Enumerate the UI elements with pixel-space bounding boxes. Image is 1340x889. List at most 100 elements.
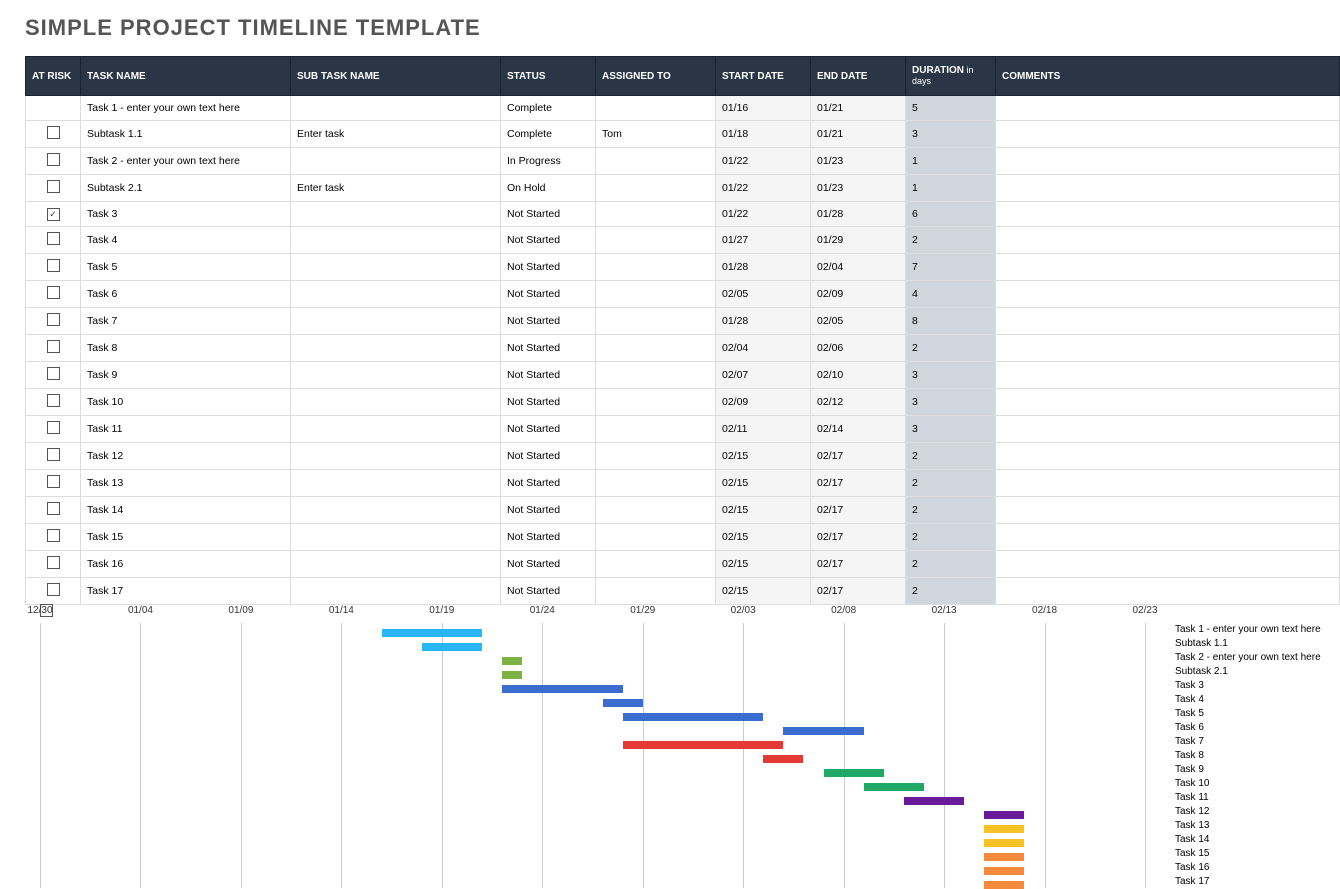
task-name-cell[interactable]: Task 5 — [81, 254, 291, 281]
assigned-cell[interactable] — [596, 335, 716, 362]
task-name-cell[interactable]: Task 17 — [81, 578, 291, 605]
at-risk-checkbox[interactable] — [47, 448, 60, 461]
task-name-cell[interactable]: Subtask 1.1 — [81, 121, 291, 148]
subtask-cell[interactable]: Enter task — [291, 175, 501, 202]
task-name-cell[interactable]: Task 8 — [81, 335, 291, 362]
at-risk-checkbox[interactable] — [47, 126, 60, 139]
comments-cell[interactable] — [996, 96, 1340, 121]
at-risk-checkbox[interactable] — [47, 475, 60, 488]
comments-cell[interactable] — [996, 416, 1340, 443]
status-cell[interactable]: Not Started — [501, 416, 596, 443]
assigned-cell[interactable] — [596, 148, 716, 175]
status-cell[interactable]: Complete — [501, 96, 596, 121]
at-risk-checkbox[interactable] — [47, 286, 60, 299]
task-name-cell[interactable]: Task 14 — [81, 497, 291, 524]
comments-cell[interactable] — [996, 470, 1340, 497]
assigned-cell[interactable] — [596, 96, 716, 121]
status-cell[interactable]: Not Started — [501, 497, 596, 524]
task-name-cell[interactable]: Task 2 - enter your own text here — [81, 148, 291, 175]
subtask-cell[interactable] — [291, 497, 501, 524]
status-cell[interactable]: Not Started — [501, 281, 596, 308]
task-name-cell[interactable]: Task 1 - enter your own text here — [81, 96, 291, 121]
subtask-cell[interactable] — [291, 470, 501, 497]
subtask-cell[interactable] — [291, 281, 501, 308]
status-cell[interactable]: Not Started — [501, 443, 596, 470]
comments-cell[interactable] — [996, 308, 1340, 335]
comments-cell[interactable] — [996, 335, 1340, 362]
at-risk-checkbox[interactable] — [47, 367, 60, 380]
assigned-cell[interactable] — [596, 227, 716, 254]
comments-cell[interactable] — [996, 121, 1340, 148]
assigned-cell[interactable] — [596, 281, 716, 308]
status-cell[interactable]: On Hold — [501, 175, 596, 202]
assigned-cell[interactable] — [596, 443, 716, 470]
subtask-cell[interactable] — [291, 202, 501, 227]
assigned-cell[interactable] — [596, 470, 716, 497]
comments-cell[interactable] — [996, 443, 1340, 470]
assigned-cell[interactable] — [596, 254, 716, 281]
subtask-cell[interactable]: Enter task — [291, 121, 501, 148]
task-name-cell[interactable]: Task 13 — [81, 470, 291, 497]
task-name-cell[interactable]: Task 15 — [81, 524, 291, 551]
at-risk-checkbox[interactable] — [47, 529, 60, 542]
comments-cell[interactable] — [996, 148, 1340, 175]
assigned-cell[interactable] — [596, 175, 716, 202]
task-name-cell[interactable]: Task 16 — [81, 551, 291, 578]
subtask-cell[interactable] — [291, 578, 501, 605]
at-risk-checkbox[interactable] — [47, 394, 60, 407]
subtask-cell[interactable] — [291, 389, 501, 416]
status-cell[interactable]: Not Started — [501, 308, 596, 335]
task-name-cell[interactable]: Task 9 — [81, 362, 291, 389]
at-risk-checkbox[interactable] — [47, 208, 60, 221]
task-name-cell[interactable]: Subtask 2.1 — [81, 175, 291, 202]
status-cell[interactable]: Not Started — [501, 227, 596, 254]
subtask-cell[interactable] — [291, 96, 501, 121]
at-risk-checkbox[interactable] — [47, 340, 60, 353]
comments-cell[interactable] — [996, 497, 1340, 524]
assigned-cell[interactable] — [596, 416, 716, 443]
task-name-cell[interactable]: Task 6 — [81, 281, 291, 308]
assigned-cell[interactable] — [596, 578, 716, 605]
comments-cell[interactable] — [996, 524, 1340, 551]
assigned-cell[interactable] — [596, 524, 716, 551]
status-cell[interactable]: Not Started — [501, 551, 596, 578]
status-cell[interactable]: Not Started — [501, 362, 596, 389]
comments-cell[interactable] — [996, 362, 1340, 389]
task-name-cell[interactable]: Task 7 — [81, 308, 291, 335]
subtask-cell[interactable] — [291, 308, 501, 335]
at-risk-checkbox[interactable] — [47, 421, 60, 434]
status-cell[interactable]: Complete — [501, 121, 596, 148]
at-risk-checkbox[interactable] — [47, 180, 60, 193]
assigned-cell[interactable] — [596, 497, 716, 524]
status-cell[interactable]: Not Started — [501, 335, 596, 362]
status-cell[interactable]: Not Started — [501, 202, 596, 227]
comments-cell[interactable] — [996, 389, 1340, 416]
assigned-cell[interactable] — [596, 551, 716, 578]
subtask-cell[interactable] — [291, 335, 501, 362]
subtask-cell[interactable] — [291, 524, 501, 551]
status-cell[interactable]: Not Started — [501, 389, 596, 416]
comments-cell[interactable] — [996, 175, 1340, 202]
assigned-cell[interactable]: Tom — [596, 121, 716, 148]
task-name-cell[interactable]: Task 11 — [81, 416, 291, 443]
task-name-cell[interactable]: Task 3 — [81, 202, 291, 227]
subtask-cell[interactable] — [291, 362, 501, 389]
at-risk-checkbox[interactable] — [47, 313, 60, 326]
at-risk-checkbox[interactable] — [47, 502, 60, 515]
comments-cell[interactable] — [996, 202, 1340, 227]
status-cell[interactable]: Not Started — [501, 524, 596, 551]
comments-cell[interactable] — [996, 578, 1340, 605]
assigned-cell[interactable] — [596, 362, 716, 389]
task-name-cell[interactable]: Task 12 — [81, 443, 291, 470]
subtask-cell[interactable] — [291, 254, 501, 281]
at-risk-checkbox[interactable] — [47, 232, 60, 245]
task-name-cell[interactable]: Task 4 — [81, 227, 291, 254]
subtask-cell[interactable] — [291, 443, 501, 470]
status-cell[interactable]: In Progress — [501, 148, 596, 175]
subtask-cell[interactable] — [291, 416, 501, 443]
status-cell[interactable]: Not Started — [501, 578, 596, 605]
subtask-cell[interactable] — [291, 148, 501, 175]
subtask-cell[interactable] — [291, 227, 501, 254]
comments-cell[interactable] — [996, 227, 1340, 254]
assigned-cell[interactable] — [596, 389, 716, 416]
